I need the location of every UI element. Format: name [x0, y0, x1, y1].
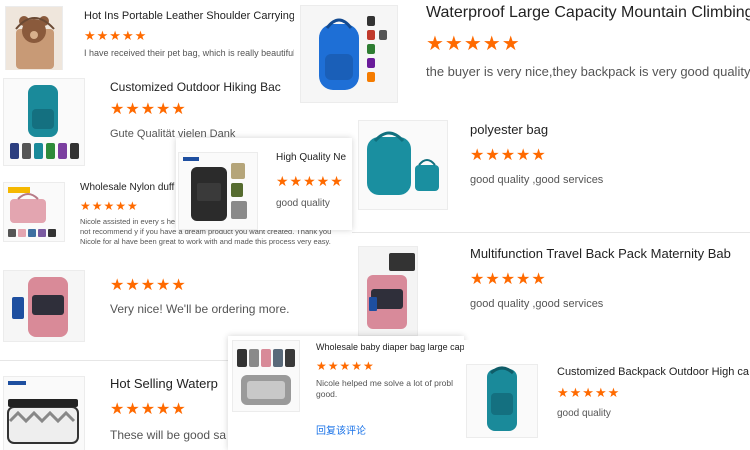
- tactical-backpack-photo: [179, 153, 257, 229]
- product-thumbnail[interactable]: [3, 376, 85, 450]
- product-thumbnail[interactable]: [3, 270, 85, 342]
- star-rating: ★★★★★: [426, 33, 521, 55]
- review-text: good quality: [276, 198, 330, 209]
- review-text: the buyer is very nice,they backpack is …: [426, 64, 750, 79]
- foldable-teal-bag-photo: [359, 121, 447, 209]
- product-title[interactable]: Hot Ins Portable Leather Shoulder Carryi…: [84, 10, 294, 22]
- product-title[interactable]: Multifunction Travel Back Pack Maternity…: [470, 246, 750, 261]
- product-thumbnail[interactable]: [358, 120, 448, 210]
- product-title[interactable]: Wholesale Nylon duff: [80, 182, 180, 193]
- review-text: good quality ,good services: [470, 298, 604, 310]
- review-card: Multifunction Travel Back Pack Maternity…: [352, 232, 750, 340]
- teal-outdoor-backpack-photo: [467, 365, 537, 437]
- product-thumbnail[interactable]: [466, 364, 538, 438]
- product-thumbnail[interactable]: [3, 182, 65, 242]
- diaper-bag-set-photo: [233, 341, 299, 411]
- product-title[interactable]: Wholesale baby diaper bag large capacity…: [316, 342, 464, 352]
- star-rating: ★★★★★: [110, 401, 187, 418]
- star-rating: ★★★★★: [557, 385, 621, 400]
- product-title[interactable]: Customized Backpack Outdoor High ca: [557, 366, 750, 378]
- review-card: Wholesale baby diaper bag large capacity…: [228, 336, 464, 450]
- star-rating: ★★★★★: [276, 173, 344, 189]
- pink-diaper-backpack-photo: [4, 271, 84, 341]
- review-text: I have received their pet bag, which is …: [84, 48, 294, 58]
- review-card: High Quality Ne ★★★★★ good quality: [176, 138, 352, 230]
- review-text: Nicole helped me solve a lot of probl go…: [316, 378, 454, 400]
- review-text: good quality: [557, 408, 611, 419]
- stroller-organizer-photo: [4, 377, 84, 450]
- pink-duffel-bag-photo: [4, 183, 64, 241]
- review-card: Hot Ins Portable Leather Shoulder Carryi…: [0, 0, 295, 70]
- star-rating: ★★★★★: [470, 271, 547, 288]
- product-title[interactable]: Waterproof Large Capacity Mountain Climb…: [426, 4, 750, 22]
- product-thumbnail[interactable]: [178, 152, 258, 230]
- product-title[interactable]: polyester bag: [470, 122, 740, 137]
- review-text: good quality ,good services: [470, 174, 604, 186]
- star-rating: ★★★★★: [470, 147, 547, 164]
- star-rating: ★★★★★: [80, 199, 139, 213]
- review-card: polyester bag ★★★★★ good quality ,good s…: [352, 112, 750, 228]
- review-card: Waterproof Large Capacity Mountain Climb…: [297, 0, 750, 112]
- review-text: Very nice! We'll be ordering more.: [110, 302, 290, 316]
- blue-backpack-photo: [301, 6, 397, 102]
- product-title[interactable]: High Quality Ne: [276, 152, 352, 163]
- divider: [352, 232, 750, 233]
- product-thumbnail[interactable]: [3, 78, 85, 166]
- product-title[interactable]: Customized Outdoor Hiking Bac: [110, 80, 300, 94]
- product-thumbnail[interactable]: [300, 5, 398, 103]
- product-thumbnail[interactable]: [358, 246, 418, 336]
- product-thumbnail[interactable]: [232, 340, 300, 412]
- product-thumbnail[interactable]: [5, 6, 63, 70]
- teddy-bear-bag-photo: [6, 7, 62, 70]
- review-card: Customized Backpack Outdoor High ca ★★★★…: [464, 340, 750, 450]
- reply-link[interactable]: 回复该评论: [316, 422, 366, 437]
- teal-hiking-backpack-photo: [4, 79, 84, 165]
- maternity-backpack-photo: [359, 247, 417, 335]
- star-rating: ★★★★★: [316, 359, 375, 373]
- star-rating: ★★★★★: [110, 101, 187, 118]
- star-rating: ★★★★★: [110, 277, 187, 294]
- star-rating: ★★★★★: [84, 28, 148, 43]
